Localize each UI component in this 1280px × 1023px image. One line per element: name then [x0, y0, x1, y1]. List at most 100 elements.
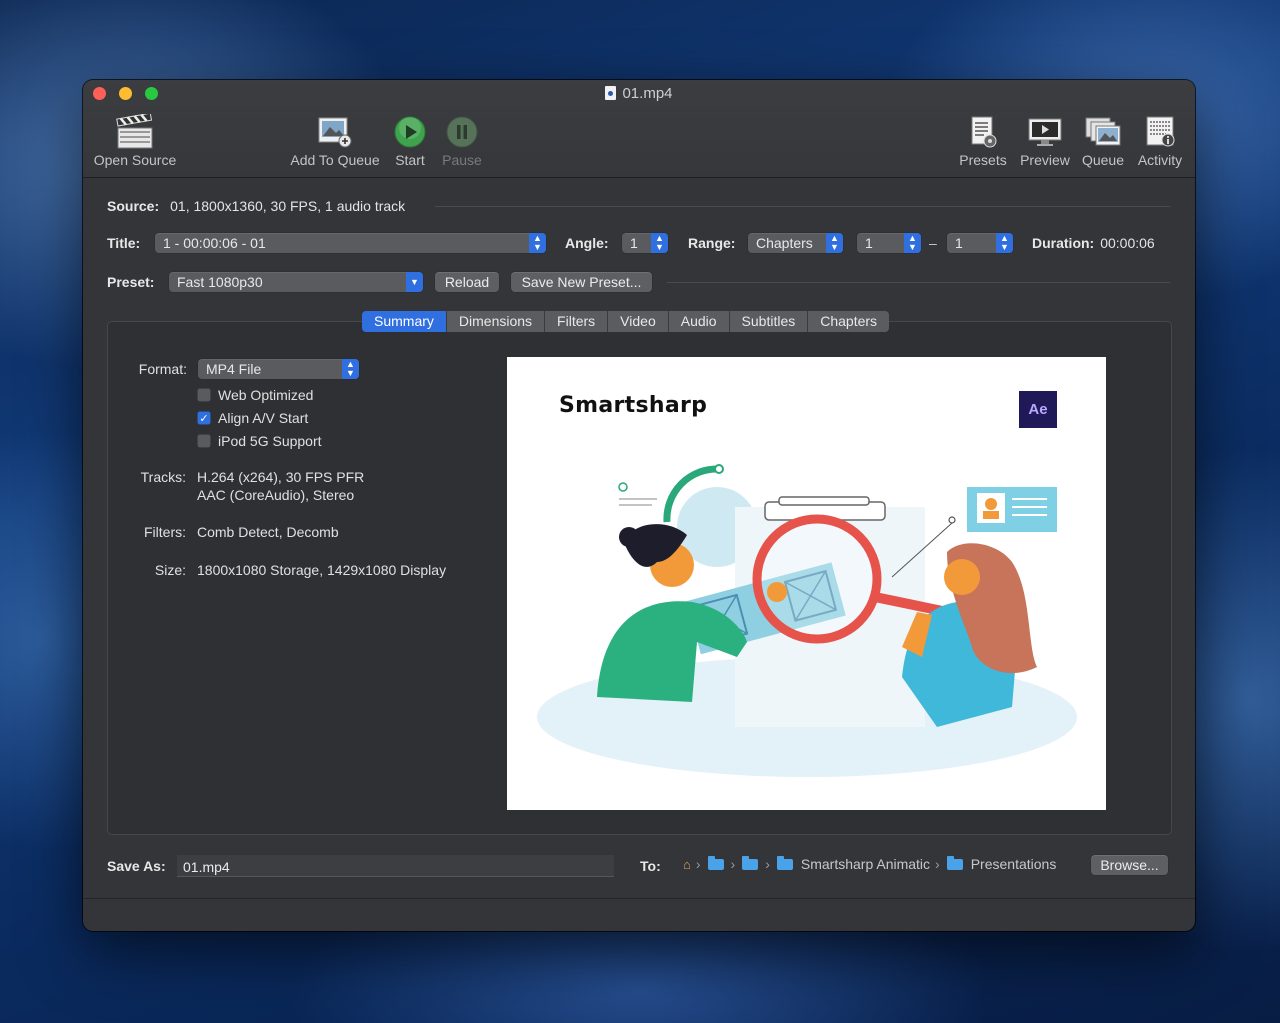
range-type-select[interactable]: Chapters ▲ ▼	[748, 233, 843, 253]
path-segment: Smartsharp Animatic	[800, 856, 931, 872]
window-title: 01.mp4	[83, 85, 1195, 102]
title-bar: 01.mp4 Open Source Add To Queue Start Pa…	[83, 80, 1195, 178]
pause-icon	[446, 116, 478, 148]
save-new-preset-button[interactable]: Save New Preset...	[511, 272, 652, 292]
preset-select[interactable]: Fast 1080p30 ▼	[169, 272, 423, 292]
tab-video[interactable]: Video	[608, 311, 669, 332]
preview-icon	[1028, 118, 1062, 146]
range-label-wrap: Range:	[688, 235, 735, 251]
activity-log-icon	[1146, 116, 1175, 147]
source-label: Source:	[107, 198, 160, 214]
format-select[interactable]: MP4 File ▲ ▼	[198, 359, 359, 379]
ipod-support-checkbox[interactable]: iPod 5G Support	[197, 433, 322, 449]
range-end-select[interactable]: 1 ▲ ▼	[947, 233, 1013, 253]
angle-label-wrap: Angle:	[565, 235, 609, 251]
updown-chevron-icon: ▲ ▼	[904, 233, 921, 253]
open-source-button[interactable]: Open Source	[92, 112, 178, 168]
destination-path-breadcrumb[interactable]: ⌂ › › › Smartsharp Animatic › Presentati…	[683, 855, 1057, 872]
chevron-down-icon: ▼	[406, 272, 423, 292]
tab-dimensions[interactable]: Dimensions	[446, 311, 546, 332]
checkbox-box	[197, 388, 211, 402]
size-label: Size:	[154, 562, 186, 578]
chevron-right-icon: ›	[730, 856, 736, 872]
tab-bar: Summary Dimensions Filters Video Audio S…	[362, 311, 890, 332]
presets-label: Presets	[959, 152, 1007, 168]
updown-chevron-icon: ▲ ▼	[826, 233, 843, 253]
separator	[667, 282, 1170, 283]
tab-summary[interactable]: Summary	[362, 311, 447, 332]
preset-label-wrap: Preset:	[107, 274, 154, 290]
tab-chapters[interactable]: Chapters	[808, 311, 890, 332]
queue-button[interactable]: Queue	[1079, 112, 1127, 168]
activity-button[interactable]: Activity	[1133, 112, 1187, 168]
folder-icon	[946, 855, 963, 870]
to-label: To:	[640, 858, 661, 874]
presets-icon	[971, 116, 997, 148]
start-label: Start	[395, 152, 425, 168]
preview-thumbnail: Smartsharp Ae	[507, 357, 1106, 810]
checkbox-box	[197, 434, 211, 448]
video-track: H.264 (x264), 30 FPS PFR	[197, 469, 365, 485]
range-start-select[interactable]: 1 ▲ ▼	[857, 233, 921, 253]
updown-chevron-icon: ▲ ▼	[342, 359, 359, 379]
play-icon	[394, 116, 426, 148]
tracks-value: H.264 (x264), 30 FPS PFR AAC (CoreAudio)…	[197, 468, 364, 504]
separator	[435, 206, 1170, 207]
pause-label: Pause	[442, 152, 482, 168]
queue-label: Queue	[1081, 152, 1125, 168]
home-icon: ⌂	[683, 856, 691, 872]
tab-filters[interactable]: Filters	[545, 311, 609, 332]
folder-icon	[776, 855, 793, 870]
duration-value: 00:00:06	[1100, 235, 1155, 251]
range-label: Range:	[688, 235, 736, 251]
save-as-label: Save As:	[107, 858, 166, 874]
activity-label: Activity	[1137, 152, 1183, 168]
add-to-queue-icon	[318, 117, 352, 148]
angle-select[interactable]: 1 ▲ ▼	[622, 233, 668, 253]
preview-label: Preview	[1020, 152, 1070, 168]
pause-button[interactable]: Pause	[439, 112, 485, 168]
filters-label: Filters:	[144, 524, 186, 540]
folder-icon	[742, 855, 759, 870]
add-to-queue-label: Add To Queue	[290, 152, 380, 168]
source-row: Source: 01, 1800x1360, 30 FPS, 1 audio t…	[107, 198, 405, 214]
align-av-checkbox[interactable]: ✓ Align A/V Start	[197, 410, 308, 426]
duration-label: Duration:	[1032, 235, 1095, 251]
browse-button[interactable]: Browse...	[1091, 855, 1168, 875]
range-dash: –	[929, 235, 937, 251]
angle-label: Angle:	[565, 235, 609, 251]
format-label: Format:	[138, 361, 187, 377]
tab-audio[interactable]: Audio	[668, 311, 730, 332]
chevron-right-icon: ›	[695, 856, 701, 872]
duration-row: Duration: 00:00:06	[1032, 235, 1155, 251]
size-value: 1800x1080 Storage, 1429x1080 Display	[197, 562, 447, 578]
audio-track: AAC (CoreAudio), Stereo	[197, 487, 355, 503]
title-select[interactable]: 1 - 00:00:06 - 01 ▲ ▼	[155, 233, 546, 253]
presets-button[interactable]: Presets	[956, 112, 1010, 168]
updown-chevron-icon: ▲ ▼	[996, 233, 1013, 253]
reload-button[interactable]: Reload	[435, 272, 499, 292]
checkmark-icon: ✓	[197, 411, 211, 425]
save-as-filename-field[interactable]: 01.mp4	[177, 855, 614, 877]
updown-chevron-icon: ▲ ▼	[651, 233, 668, 253]
chevron-right-icon: ›	[765, 856, 770, 872]
illustration-image	[537, 464, 1077, 777]
title-label: Title:	[107, 235, 141, 251]
queue-icon	[1085, 117, 1121, 146]
filters-value: Comb Detect, Decomb	[197, 524, 339, 540]
status-bar-divider	[83, 898, 1195, 899]
preview-button[interactable]: Preview	[1017, 112, 1073, 168]
web-optimized-checkbox[interactable]: Web Optimized	[197, 387, 313, 403]
folder-icon	[707, 855, 724, 870]
updown-chevron-icon: ▲ ▼	[529, 233, 546, 253]
title-label-wrap: Title:	[107, 235, 140, 251]
preset-label: Preset:	[107, 274, 155, 290]
add-to-queue-button[interactable]: Add To Queue	[287, 112, 383, 168]
path-segment: Presentations	[970, 856, 1057, 872]
open-source-label: Open Source	[93, 152, 177, 168]
tab-subtitles[interactable]: Subtitles	[729, 311, 809, 332]
to-label-wrap: To:	[640, 858, 661, 874]
start-button[interactable]: Start	[389, 112, 431, 168]
document-icon	[605, 86, 617, 100]
save-as-label-wrap: Save As:	[107, 858, 166, 874]
